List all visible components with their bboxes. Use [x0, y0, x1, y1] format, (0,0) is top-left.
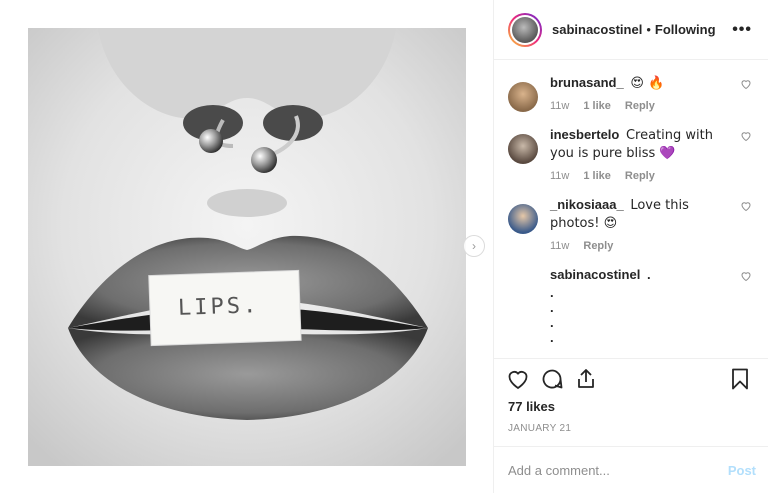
- comment-age: 11w: [550, 170, 570, 182]
- author-avatar[interactable]: [508, 12, 542, 47]
- more-options-icon[interactable]: •••: [732, 21, 752, 39]
- comment-username[interactable]: brunasand_: [550, 75, 624, 90]
- details-panel: sabinacostinel • Following ••• brunasand…: [494, 0, 768, 493]
- caption-text: .: [646, 267, 651, 282]
- heart-icon[interactable]: [740, 200, 752, 212]
- card-text: LIPS.: [177, 293, 260, 321]
- comment-username[interactable]: _nikosiaaa_: [550, 197, 624, 212]
- caption-item: sabinacostinel . . . . .: [508, 266, 752, 345]
- author-avatar-image: [512, 16, 538, 43]
- comment-icon[interactable]: [540, 367, 564, 391]
- author-username[interactable]: sabinacostinel: [552, 22, 642, 37]
- heart-icon[interactable]: [506, 367, 530, 391]
- photo-illustration: [28, 28, 466, 466]
- heart-icon[interactable]: [740, 270, 752, 282]
- post-date: JANUARY 21: [494, 417, 768, 447]
- comment-input[interactable]: [508, 462, 728, 478]
- caption-lines: . . . .: [550, 285, 554, 345]
- comment-composer: Post: [494, 447, 768, 493]
- header-separator: •: [646, 22, 651, 37]
- comment-item: _nikosiaaa_ Love this photos! 😍 11w Repl…: [508, 196, 752, 252]
- media-panel: LIPS. ›: [0, 0, 494, 493]
- comment-avatar[interactable]: [508, 82, 538, 112]
- reply-button[interactable]: Reply: [583, 240, 613, 252]
- comment-likes[interactable]: 1 like: [583, 170, 611, 182]
- comment-item: brunasand_ 😍 🔥 11w 1 like Reply: [508, 74, 752, 112]
- comment-likes[interactable]: 1 like: [583, 100, 611, 112]
- following-button[interactable]: Following: [655, 22, 716, 37]
- comment-avatar[interactable]: [508, 134, 538, 164]
- chevron-right-icon: ›: [472, 239, 476, 253]
- caption-username[interactable]: sabinacostinel: [550, 267, 640, 282]
- comment-text: 😍 🔥: [630, 76, 665, 91]
- heart-icon[interactable]: [740, 130, 752, 142]
- next-photo-button[interactable]: ›: [463, 235, 485, 257]
- reply-button[interactable]: Reply: [625, 100, 655, 112]
- heart-icon[interactable]: [740, 78, 752, 90]
- action-bar: [494, 359, 768, 399]
- comment-age: 11w: [550, 100, 570, 112]
- post-button[interactable]: Post: [728, 463, 756, 478]
- bookmark-icon[interactable]: [728, 367, 752, 391]
- share-icon[interactable]: [574, 367, 598, 391]
- comment-meta: 11w Reply: [550, 240, 728, 252]
- post-photo[interactable]: LIPS.: [28, 28, 466, 466]
- comment-avatar[interactable]: [508, 204, 538, 234]
- comment-item: inesbertelo Creating with you is pure bl…: [508, 126, 752, 182]
- like-count[interactable]: 77 likes: [494, 399, 768, 417]
- post-viewer: LIPS. › sabinacostinel • Following ••• b…: [0, 0, 768, 493]
- comments-list[interactable]: brunasand_ 😍 🔥 11w 1 like Reply inesbert…: [494, 60, 768, 359]
- comment-age: 11w: [550, 240, 570, 252]
- comment-meta: 11w 1 like Reply: [550, 100, 728, 112]
- comment-username[interactable]: inesbertelo: [550, 127, 619, 142]
- comment-meta: 11w 1 like Reply: [550, 170, 728, 182]
- post-header: sabinacostinel • Following •••: [494, 0, 768, 60]
- reply-button[interactable]: Reply: [625, 170, 655, 182]
